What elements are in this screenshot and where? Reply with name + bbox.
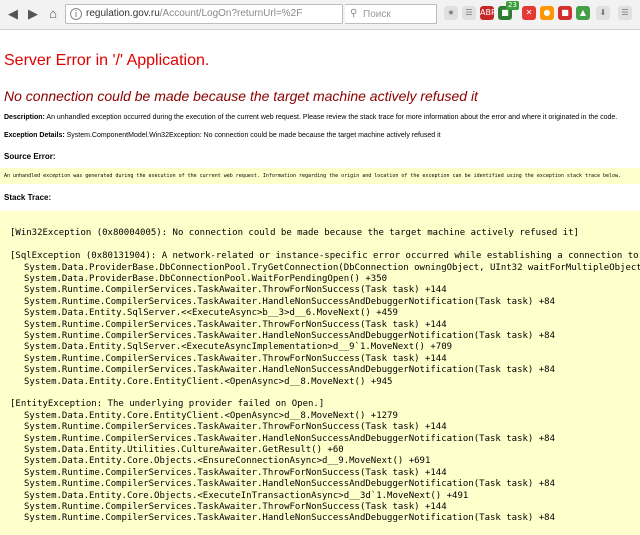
stack-trace-line: System.Data.Entity.SqlServer.<ExecuteAsy… xyxy=(24,342,453,353)
extension-icon[interactable]: ■ 23 xyxy=(498,1,519,20)
stack-trace-line: System.Runtime.CompilerServices.TaskAwai… xyxy=(24,502,447,512)
url-text[interactable]: regulation.gov.ru/Account/LogOn?returnUr… xyxy=(86,8,302,19)
stack-trace-box: [Win32Exception (0x80004005): No connect… xyxy=(0,211,640,535)
search-icon: ⚲ xyxy=(350,8,358,19)
stack-trace-line: System.Runtime.CompilerServices.TaskAwai… xyxy=(24,285,447,296)
tool-icon[interactable]: ✕ xyxy=(522,6,536,20)
search-bar[interactable]: ⚲ Поиск xyxy=(345,4,437,24)
gift-icon[interactable]: ■ xyxy=(558,6,572,20)
stack-trace-line: [EntityException: The underlying provide… xyxy=(10,399,325,410)
stack-trace-line: System.Data.ProviderBase.DbConnectionPoo… xyxy=(24,274,388,284)
stack-trace-line: System.Runtime.CompilerServices.TaskAwai… xyxy=(24,353,447,364)
bookmarks-icon[interactable]: ☰ xyxy=(462,6,476,20)
stack-trace-line: System.Data.ProviderBase.DbConnectionPoo… xyxy=(24,262,640,273)
source-error-box: An unhandled exception was generated dur… xyxy=(0,168,640,184)
star-icon[interactable]: ★ xyxy=(444,6,458,20)
stack-trace-line: System.Data.Entity.Core.Objects.<Execute… xyxy=(24,490,469,501)
page-content: Server Error in '/' Application. No conn… xyxy=(0,30,640,535)
forward-arrow-icon[interactable]: ▶ xyxy=(24,5,42,23)
exception-details-text: System.ComponentModel.Win32Exception: No… xyxy=(66,132,441,139)
info-icon[interactable]: i xyxy=(70,8,82,20)
stack-trace-line: System.Data.Entity.Core.Objects.<EnsureC… xyxy=(24,456,431,467)
stack-trace-line: System.Runtime.CompilerServices.TaskAwai… xyxy=(24,513,556,524)
description-text: An unhandled exception occurred during t… xyxy=(46,114,618,121)
stack-trace-line xyxy=(0,240,10,251)
stack-trace-line: System.Runtime.CompilerServices.TaskAwai… xyxy=(24,433,556,444)
stack-trace-line: System.Data.Entity.Core.EntityClient.<Op… xyxy=(24,410,398,421)
browser-toolbar: ◀ ▶ ⌂ i regulation.gov.ru/Account/LogOn?… xyxy=(0,0,640,30)
stack-trace-line xyxy=(0,388,10,399)
stack-trace-line: System.Runtime.CompilerServices.TaskAwai… xyxy=(24,467,447,478)
home-icon[interactable]: ⌂ xyxy=(44,5,62,23)
description-line: Description: An unhandled exception occu… xyxy=(4,114,617,121)
url-path: /Account/LogOn?returnUrl=%2F xyxy=(159,8,303,19)
search-input[interactable]: Поиск xyxy=(363,9,391,20)
page-title: Server Error in '/' Application. xyxy=(4,52,210,69)
extension-badge: 23 xyxy=(506,1,519,10)
abp-icon[interactable]: ABP xyxy=(480,6,496,20)
source-error-label: Source Error: xyxy=(4,152,56,161)
stack-trace-line: System.Runtime.CompilerServices.TaskAwai… xyxy=(24,479,556,490)
stack-trace-line xyxy=(0,217,10,228)
exception-details-line: Exception Details: System.ComponentModel… xyxy=(4,132,441,139)
stack-trace-line: System.Runtime.CompilerServices.TaskAwai… xyxy=(24,331,556,341)
puzzle-icon[interactable]: ▲ xyxy=(576,6,590,20)
stack-trace-line: System.Data.Entity.Utilities.CultureAwai… xyxy=(24,445,344,455)
stack-trace-line: System.Data.Entity.SqlServer.<<ExecuteAs… xyxy=(24,308,398,319)
stack-trace-line: [SqlException (0x80131904): A network-re… xyxy=(10,251,639,262)
stack-trace-line: System.Runtime.CompilerServices.TaskAwai… xyxy=(24,296,556,307)
description-label: Description: xyxy=(4,114,45,121)
stack-trace-line: [Win32Exception (0x80004005): No connect… xyxy=(10,228,579,239)
stack-trace-line: System.Runtime.CompilerServices.TaskAwai… xyxy=(24,319,447,330)
stack-trace-line: System.Runtime.CompilerServices.TaskAwai… xyxy=(24,422,447,433)
download-icon[interactable]: ⬇ xyxy=(596,6,610,20)
pocket-icon[interactable]: ● xyxy=(540,6,554,20)
stack-trace-line: System.Data.Entity.Core.EntityClient.<Op… xyxy=(24,376,393,387)
stack-trace-line: System.Runtime.CompilerServices.TaskAwai… xyxy=(24,365,556,376)
stack-trace-label: Stack Trace: xyxy=(4,193,52,202)
url-bar[interactable]: i regulation.gov.ru/Account/LogOn?return… xyxy=(65,4,398,24)
url-host: regulation.gov.ru xyxy=(86,8,160,19)
exception-details-label: Exception Details: xyxy=(4,132,65,139)
source-error-text: An unhandled exception was generated dur… xyxy=(4,173,622,179)
error-message: No connection could be made because the … xyxy=(4,88,478,104)
menu-icon[interactable]: ☰ xyxy=(618,6,632,20)
back-arrow-icon[interactable]: ◀ xyxy=(4,5,22,23)
